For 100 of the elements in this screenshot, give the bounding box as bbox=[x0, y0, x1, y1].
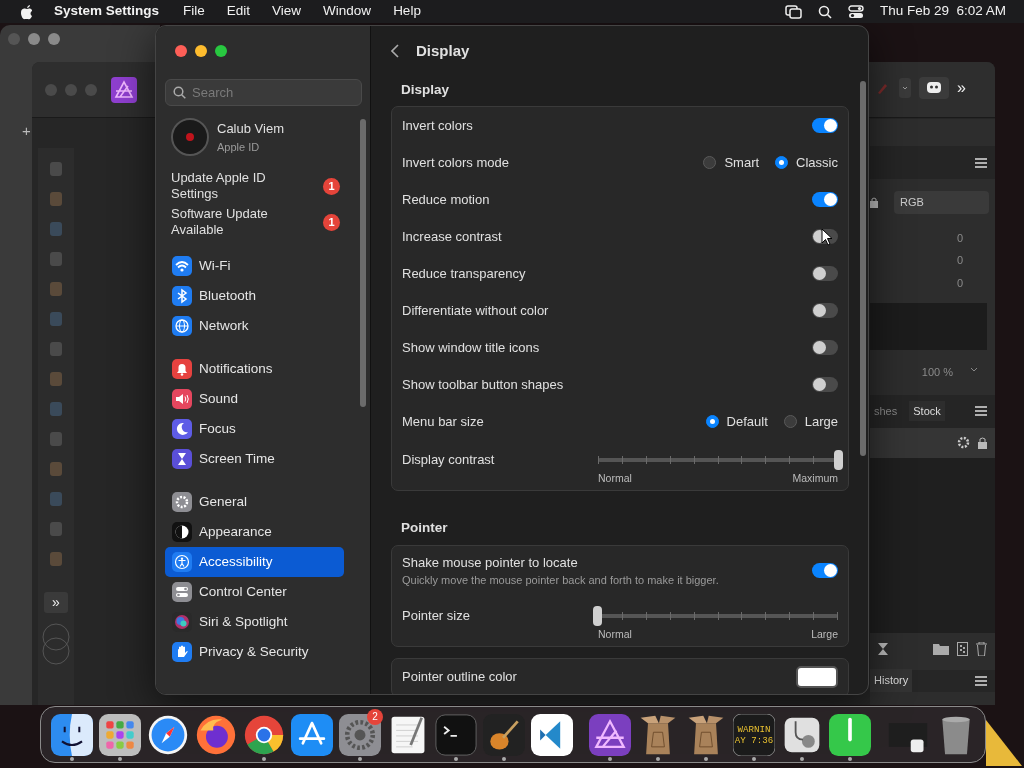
toggle-switch[interactable] bbox=[812, 266, 838, 282]
scrollbar[interactable] bbox=[360, 119, 366, 407]
robot-face-icon[interactable] bbox=[919, 77, 949, 99]
window-control-button[interactable] bbox=[195, 45, 207, 57]
more-button[interactable]: » bbox=[957, 76, 966, 100]
triangle-logo-icon[interactable] bbox=[111, 76, 137, 103]
menu-icon[interactable] bbox=[975, 675, 987, 686]
window-control-button[interactable] bbox=[48, 33, 60, 45]
code-ribbon-icon[interactable] bbox=[531, 713, 573, 756]
window-control-button[interactable] bbox=[28, 33, 40, 45]
toggle-switch[interactable] bbox=[812, 192, 838, 208]
sidebar-item[interactable]: Notifications bbox=[165, 354, 344, 384]
menu-item[interactable]: Window bbox=[323, 1, 372, 22]
radio-option[interactable]: Large bbox=[783, 412, 838, 432]
compass-icon[interactable] bbox=[147, 713, 189, 756]
lock-icon[interactable] bbox=[870, 196, 878, 208]
radio-option[interactable]: Classic bbox=[775, 153, 838, 173]
ring-icon[interactable] bbox=[243, 713, 285, 756]
sidebar-item[interactable]: Appearance bbox=[165, 517, 344, 547]
slider-thumb[interactable] bbox=[593, 605, 602, 626]
color-well[interactable] bbox=[796, 666, 838, 688]
setting-label: Pointer size bbox=[402, 606, 470, 625]
account-item[interactable]: Calub Viem Apple ID bbox=[156, 106, 370, 156]
menu-icon[interactable] bbox=[975, 157, 987, 168]
window-control-button[interactable] bbox=[215, 45, 227, 57]
setting-label: Invert colors mode bbox=[402, 154, 509, 172]
more-tools-button[interactable]: » bbox=[44, 592, 68, 613]
app-menu[interactable]: System Settings bbox=[54, 1, 160, 22]
toggle-switch[interactable] bbox=[812, 377, 838, 393]
control-toggles-icon[interactable] bbox=[847, 4, 864, 19]
sidebar-item[interactable]: Control Center bbox=[165, 577, 344, 607]
desktop-item-shape bbox=[984, 718, 1024, 768]
menu-item[interactable]: Edit bbox=[226, 1, 251, 22]
back-chevron-icon[interactable] bbox=[391, 44, 400, 58]
sidebar-item[interactable]: Network bbox=[165, 311, 344, 341]
hourglass-icon bbox=[172, 449, 192, 469]
radio-button[interactable] bbox=[775, 156, 789, 170]
toggle-switch[interactable] bbox=[812, 303, 838, 319]
hourglass-icon[interactable] bbox=[878, 642, 888, 655]
menu-item[interactable]: View bbox=[272, 1, 302, 22]
radio-label: Classic bbox=[796, 154, 838, 172]
grid-icon[interactable] bbox=[99, 713, 141, 756]
half-circle-icon bbox=[172, 522, 192, 542]
gear-icon[interactable] bbox=[957, 436, 970, 449]
smiling-face-icon[interactable] bbox=[51, 713, 93, 756]
trash-icon[interactable] bbox=[976, 641, 987, 656]
lock-icon[interactable] bbox=[978, 436, 987, 449]
sidebar-item[interactable]: Siri & Spotlight bbox=[165, 607, 344, 637]
sidebar-item[interactable]: General bbox=[165, 487, 344, 517]
toggle-switch[interactable] bbox=[812, 340, 838, 356]
sidebar-item[interactable]: Privacy & Security bbox=[165, 637, 344, 667]
sidebar-item[interactable]: Wi-Fi bbox=[165, 251, 344, 281]
radio-label: Large bbox=[804, 413, 838, 431]
window-control-button[interactable] bbox=[175, 45, 187, 57]
radio-option[interactable]: Default bbox=[705, 412, 768, 432]
folder-icon[interactable] bbox=[933, 642, 949, 655]
slider-thumb[interactable] bbox=[834, 450, 843, 471]
color-mode-select[interactable]: RGB bbox=[894, 191, 989, 214]
setting-description: Quickly move the mouse pointer back and forth to make it bigger. bbox=[402, 573, 719, 588]
radio-button[interactable] bbox=[703, 156, 717, 170]
console-icon[interactable]: WARNIN AY 7:36 bbox=[733, 713, 775, 756]
alert-link[interactable]: Software Update Available bbox=[171, 206, 286, 238]
sidebar-item[interactable]: Bluetooth bbox=[165, 281, 344, 311]
prompt-window-icon[interactable] bbox=[435, 713, 477, 756]
gear-icon[interactable] bbox=[339, 713, 381, 756]
radio-option[interactable]: Smart bbox=[703, 153, 760, 173]
account-name: Calub Viem bbox=[217, 120, 284, 138]
toggle-switch[interactable] bbox=[812, 118, 838, 134]
panel-tab[interactable]: History bbox=[870, 669, 913, 692]
guitar-icon[interactable] bbox=[483, 713, 525, 756]
search-icon[interactable] bbox=[817, 4, 832, 19]
panel-tab[interactable]: Stock bbox=[909, 400, 945, 422]
channel-value: 0 bbox=[956, 230, 963, 246]
slider-max-label: Maximum bbox=[792, 471, 838, 487]
sidebar-item[interactable]: Screen Time bbox=[165, 444, 344, 474]
radio-button[interactable] bbox=[705, 415, 719, 429]
scrollbar[interactable] bbox=[860, 81, 866, 456]
zoom-value[interactable]: 100 % bbox=[921, 364, 953, 381]
menu-bar-clock[interactable]: Thu Feb 29 6:02 AM bbox=[879, 1, 1006, 22]
notification-badge: 1 bbox=[323, 177, 340, 195]
search-field[interactable]: Search bbox=[165, 79, 362, 106]
checker-icon[interactable] bbox=[957, 641, 968, 656]
add-tab-button[interactable]: + bbox=[22, 120, 31, 143]
windows-icon[interactable] bbox=[784, 4, 802, 19]
sidebar-item[interactable]: Sound bbox=[165, 384, 344, 414]
alert-link[interactable]: Update Apple ID Settings bbox=[171, 170, 286, 202]
apple-logo-icon[interactable] bbox=[20, 3, 34, 20]
sidebar-item[interactable]: Focus bbox=[165, 414, 344, 444]
menu-item[interactable]: Help bbox=[393, 1, 421, 22]
camera-app-icon[interactable] bbox=[829, 713, 871, 756]
menu-icon[interactable] bbox=[975, 406, 987, 416]
slider-min-label: Normal bbox=[598, 471, 632, 487]
toggle-switch[interactable] bbox=[812, 563, 838, 578]
menu-item[interactable]: File bbox=[183, 1, 205, 22]
triangle-logo-icon[interactable] bbox=[589, 713, 631, 756]
sidebar-item[interactable]: Accessibility bbox=[165, 547, 344, 577]
radio-button[interactable] bbox=[783, 415, 797, 429]
panel-tab[interactable]: shes bbox=[870, 400, 902, 422]
orb-icon bbox=[172, 612, 192, 632]
fox-globe-icon[interactable] bbox=[195, 713, 237, 756]
